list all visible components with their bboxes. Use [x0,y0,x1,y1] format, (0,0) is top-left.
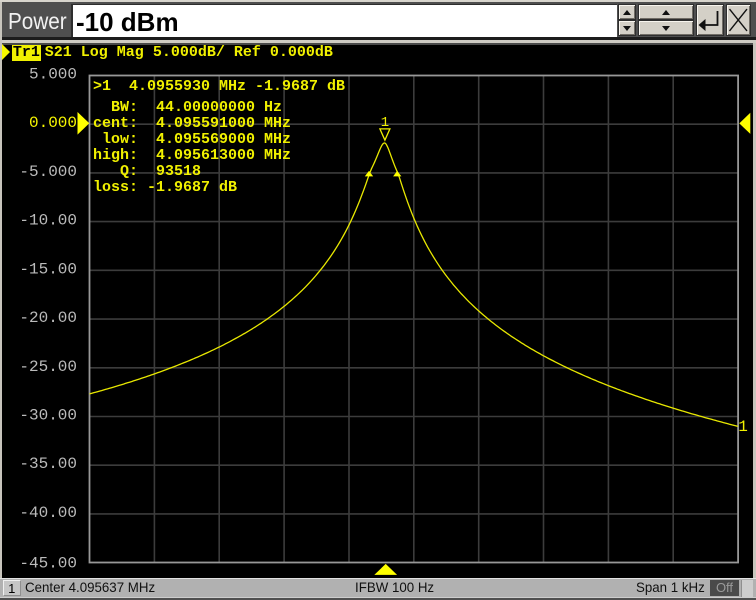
svg-text:-35.00: -35.00 [19,455,77,473]
svg-text:-45.00: -45.00 [19,555,77,573]
svg-text:1: 1 [381,115,389,131]
svg-text:-15.00: -15.00 [19,260,77,278]
svg-text:5.000: 5.000 [29,66,77,84]
svg-text:0.000: 0.000 [29,114,77,132]
svg-text:-20.00: -20.00 [19,309,77,327]
svg-text:-40.00: -40.00 [19,504,77,522]
svg-text:-10.00: -10.00 [19,212,77,230]
svg-text:-30.00: -30.00 [19,407,77,425]
svg-text:-25.00: -25.00 [19,358,77,376]
svg-text:-5.000: -5.000 [19,163,77,181]
svg-text:1: 1 [738,418,748,436]
